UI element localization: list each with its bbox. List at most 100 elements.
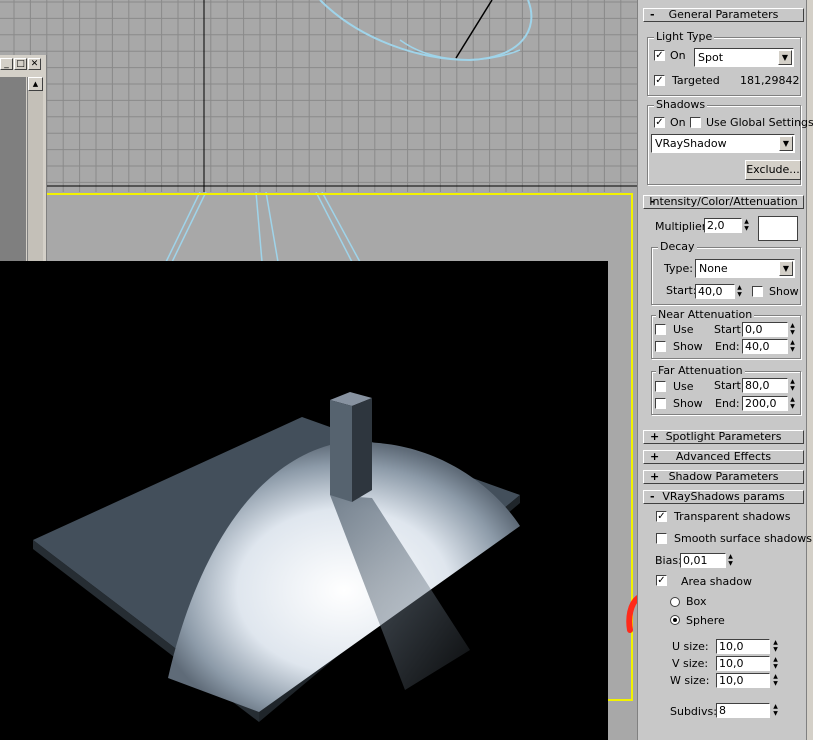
w-size-field[interactable]: 10,0	[716, 673, 770, 688]
maximize-button[interactable]: □	[14, 58, 27, 70]
group-title: Far Attenuation	[656, 364, 745, 377]
far-show-label: Show	[673, 397, 703, 410]
expand-icon: +	[650, 430, 660, 443]
far-start-spinner[interactable]: 80,0 ▲ ▼	[742, 378, 798, 393]
near-start-label: Start:	[714, 323, 745, 336]
group-title: Light Type	[654, 30, 715, 43]
dropdown-value: Spot	[698, 51, 724, 64]
dropdown-value: None	[699, 262, 728, 275]
box-radio[interactable]	[670, 597, 680, 607]
light-on-label: On	[670, 49, 686, 62]
spinner-arrows-icon[interactable]: ▲ ▼	[788, 378, 797, 393]
light-on-checkbox[interactable]: ✓	[654, 50, 665, 61]
close-button[interactable]: ✕	[28, 58, 41, 70]
chevron-down-icon[interactable]: ▼	[779, 261, 793, 276]
top-viewport[interactable]	[0, 0, 637, 192]
chevron-down-icon[interactable]: ▼	[778, 50, 792, 65]
shadow-type-dropdown[interactable]: VRayShadow ▼	[651, 134, 795, 153]
bias-spinner[interactable]: 0,01 ▲ ▼	[680, 553, 735, 568]
far-show-checkbox[interactable]	[655, 398, 666, 409]
exclude-button[interactable]: Exclude...	[745, 160, 801, 180]
multiplier-label: Multiplier:	[655, 220, 710, 233]
near-use-label: Use	[673, 323, 694, 336]
far-end-spinner[interactable]: 200,0 ▲ ▼	[742, 396, 798, 411]
w-size-spinner[interactable]: 10,0 ▲ ▼	[716, 673, 782, 688]
use-global-settings-checkbox[interactable]	[690, 117, 701, 128]
subdivs-label: Subdivs:	[670, 705, 717, 718]
shadows-on-label: On	[670, 116, 686, 129]
rollout-spotlight-parameters[interactable]: + Spotlight Parameters	[643, 430, 804, 444]
render-frame	[0, 261, 608, 740]
rollout-title: Advanced Effects	[675, 450, 772, 463]
decay-start-field[interactable]: 40,0	[695, 284, 735, 299]
smooth-surface-shadows-checkbox[interactable]	[656, 533, 667, 544]
near-use-checkbox[interactable]	[655, 324, 666, 335]
smooth-surface-shadows-label: Smooth surface shadows	[674, 532, 812, 545]
rollout-shadow-parameters[interactable]: + Shadow Parameters	[643, 470, 804, 484]
decay-type-label: Type:	[664, 262, 693, 275]
decay-start-spinner[interactable]: 40,0 ▲ ▼	[695, 284, 745, 299]
spinner-arrows-icon[interactable]: ▲ ▼	[726, 553, 735, 568]
near-end-field[interactable]: 40,0	[742, 339, 788, 354]
rollout-title: Shadow Parameters	[668, 470, 779, 483]
decay-start-label: Start:	[666, 284, 697, 297]
spinner-arrows-icon[interactable]: ▲ ▼	[788, 396, 797, 411]
spinner-arrows-icon[interactable]: ▲ ▼	[771, 656, 780, 671]
far-start-field[interactable]: 80,0	[742, 378, 788, 393]
spinner-arrows-icon[interactable]: ▲ ▼	[788, 322, 797, 337]
area-shadow-checkbox[interactable]: ✓	[656, 575, 667, 586]
dropdown-value: VRayShadow	[655, 137, 727, 150]
spinner-arrows-icon[interactable]: ▲ ▼	[788, 339, 797, 354]
sphere-radio[interactable]	[670, 615, 680, 625]
light-color-swatch[interactable]	[758, 216, 798, 241]
subdivs-field[interactable]: 8	[716, 703, 770, 718]
spinner-arrows-icon[interactable]: ▲ ▼	[735, 284, 744, 299]
command-panel-scrollbar[interactable]	[806, 0, 813, 740]
rollout-title: VRayShadows params	[662, 490, 785, 503]
v-size-label: V size:	[672, 657, 709, 670]
decay-show-label: Show	[769, 285, 799, 298]
decay-show-checkbox[interactable]	[752, 286, 763, 297]
box-radio-label: Box	[686, 595, 707, 608]
far-start-label: Start:	[714, 379, 745, 392]
rollout-vrayshadows-params[interactable]: - VRayShadows params	[643, 490, 804, 504]
bias-label: Bias:	[655, 554, 682, 567]
transparent-shadows-checkbox[interactable]: ✓	[656, 511, 667, 522]
floating-window: _ □ ✕ ▲	[0, 55, 47, 267]
w-size-label: W size:	[670, 674, 710, 687]
near-start-spinner[interactable]: 0,0 ▲ ▼	[742, 322, 798, 337]
u-size-spinner[interactable]: 10,0 ▲ ▼	[716, 639, 782, 654]
expand-icon: +	[650, 470, 660, 483]
light-type-dropdown[interactable]: Spot ▼	[694, 48, 794, 67]
spinner-arrows-icon[interactable]: ▲ ▼	[771, 639, 780, 654]
group-title: Decay	[658, 240, 697, 253]
far-end-field[interactable]: 200,0	[742, 396, 788, 411]
minimize-button[interactable]: _	[0, 58, 13, 70]
scroll-up-arrow-icon[interactable]: ▲	[28, 77, 43, 91]
decay-type-dropdown[interactable]: None ▼	[695, 259, 795, 278]
v-size-field[interactable]: 10,0	[716, 656, 770, 671]
near-end-spinner[interactable]: 40,0 ▲ ▼	[742, 339, 798, 354]
v-size-spinner[interactable]: 10,0 ▲ ▼	[716, 656, 782, 671]
bias-field[interactable]: 0,01	[680, 553, 726, 568]
floating-window-scrollbar[interactable]: ▲	[27, 77, 43, 267]
near-show-checkbox[interactable]	[655, 341, 666, 352]
spinner-arrows-icon[interactable]: ▲ ▼	[771, 703, 780, 718]
multiplier-field[interactable]: 2,0	[704, 218, 742, 233]
shadows-on-checkbox[interactable]: ✓	[654, 117, 665, 128]
chevron-down-icon[interactable]: ▼	[779, 136, 793, 151]
near-start-field[interactable]: 0,0	[742, 322, 788, 337]
rollout-title: General Parameters	[668, 8, 779, 21]
subdivs-spinner[interactable]: 8 ▲ ▼	[716, 703, 782, 718]
targeted-checkbox[interactable]: ✓	[654, 75, 665, 86]
expand-icon: +	[650, 450, 660, 463]
rollout-advanced-effects[interactable]: + Advanced Effects	[643, 450, 804, 464]
spinner-arrows-icon[interactable]: ▲ ▼	[742, 218, 751, 233]
multiplier-spinner[interactable]: 2,0 ▲ ▼	[704, 218, 752, 233]
u-size-label: U size:	[672, 640, 709, 653]
rollout-general-parameters[interactable]: - General Parameters	[643, 8, 804, 22]
far-use-checkbox[interactable]	[655, 381, 666, 392]
rollout-intensity-color-attenuation[interactable]: - Intensity/Color/Attenuation	[643, 195, 804, 209]
spinner-arrows-icon[interactable]: ▲ ▼	[771, 673, 780, 688]
u-size-field[interactable]: 10,0	[716, 639, 770, 654]
